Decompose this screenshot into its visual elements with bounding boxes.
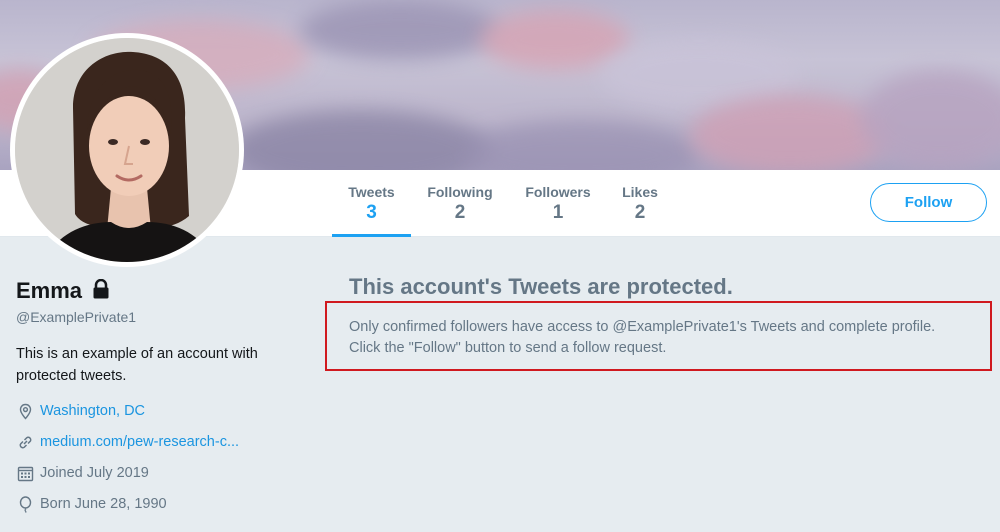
tab-following-count: 2 (454, 202, 466, 223)
tab-followers-label: Followers (525, 184, 591, 200)
profile-location: Washington, DC (17, 400, 145, 422)
tab-likes-label: Likes (622, 184, 658, 200)
profile-website: medium.com/pew-research-c... (17, 431, 239, 453)
location-pin-icon (19, 403, 32, 420)
website-link[interactable]: medium.com/pew-research-c... (40, 434, 239, 450)
location-link[interactable]: Washington, DC (40, 403, 145, 419)
tab-followers[interactable]: Followers 1 (520, 170, 596, 237)
avatar-image (15, 38, 239, 262)
profile-birthday: Born June 28, 1990 (17, 493, 167, 515)
tab-tweets-count: 3 (366, 202, 377, 223)
calendar-icon (17, 466, 34, 481)
tab-following-label: Following (427, 184, 493, 200)
balloon-icon (19, 495, 32, 513)
tab-tweets-label: Tweets (348, 184, 395, 200)
profile-handle: @ExamplePrivate1 (16, 309, 137, 325)
profile-bio: This is an example of an account with pr… (16, 346, 258, 384)
profile-name: Emma (16, 278, 83, 303)
protected-line-1: Only confirmed followers have access to … (349, 319, 936, 335)
tab-likes-count: 2 (634, 202, 646, 223)
tab-followers-count: 1 (552, 202, 564, 223)
link-icon (19, 436, 32, 448)
protected-title: This account's Tweets are protected. (349, 274, 733, 299)
tab-likes[interactable]: Likes 2 (614, 170, 666, 237)
lock-icon (91, 278, 111, 304)
profile-joined: Joined July 2019 (17, 462, 149, 484)
protected-message: Only confirmed followers have access to … (349, 317, 989, 359)
birth-date: Born June 28, 1990 (40, 496, 167, 512)
follow-button[interactable]: Follow (870, 183, 987, 222)
protected-line-2: Click the "Follow" button to send a foll… (349, 340, 667, 356)
joined-date: Joined July 2019 (40, 465, 149, 481)
tab-tweets[interactable]: Tweets 3 (332, 170, 411, 237)
tab-following[interactable]: Following 2 (422, 170, 498, 237)
avatar[interactable] (10, 33, 244, 267)
